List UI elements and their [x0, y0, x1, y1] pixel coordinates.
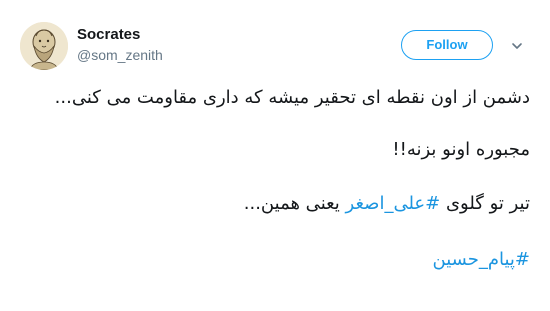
tweet-line-1: دشمن از اون نقطه ای تحقیر میشه که داری م… [54, 87, 530, 108]
tweet-line-3-prefix: تیر تو گلوی [440, 193, 530, 214]
tweet-line-3-suffix: یعنی همین... [243, 193, 346, 214]
tweet-text: دشمن از اون نقطه ای تحقیر میشه که داری م… [20, 84, 530, 273]
chevron-down-icon[interactable] [511, 40, 523, 52]
hashtag-ali-asghar[interactable]: #علی_اصغر [346, 193, 441, 214]
tweet-line-2: مجبوره اونو بزنه!! [392, 139, 530, 160]
hashtag-payam-hossein[interactable]: #پیام_حسین [433, 249, 530, 270]
user-handle[interactable]: @som_zenith [77, 46, 163, 64]
user-info: Socrates @som_zenith [77, 26, 163, 64]
tweet-line-4: #پیام_حسین [20, 246, 530, 273]
tweet-line-3: تیر تو گلوی #علی_اصغر یعنی همین... [20, 190, 530, 217]
display-name[interactable]: Socrates [77, 26, 163, 44]
avatar[interactable] [20, 22, 68, 70]
tweet-card: Socrates @som_zenith Follow دشمن از اون … [0, 0, 550, 311]
follow-button[interactable]: Follow [401, 30, 493, 60]
socrates-bust-icon [20, 22, 68, 70]
